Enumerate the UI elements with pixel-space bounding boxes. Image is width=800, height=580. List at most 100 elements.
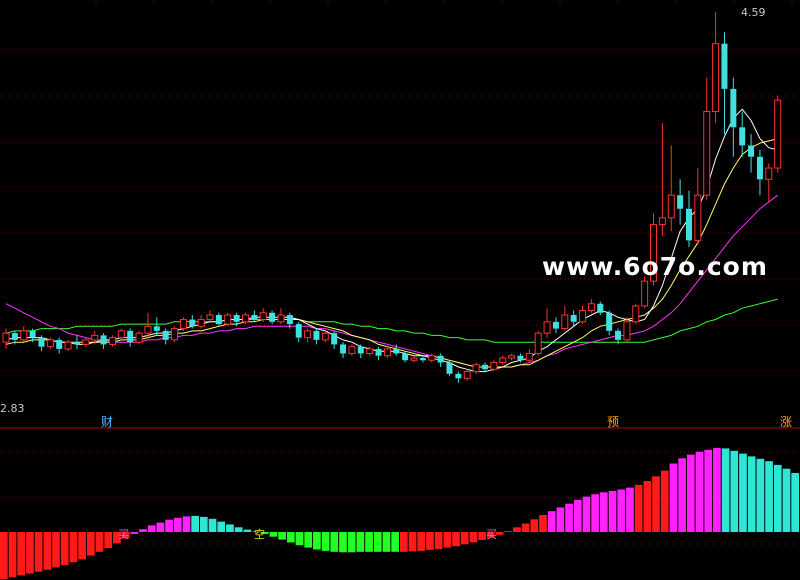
candle-body [108, 337, 116, 345]
indicator-bar [243, 529, 252, 532]
indicator-bar [43, 532, 52, 570]
indicator-bar [660, 470, 669, 532]
candle-body [632, 305, 640, 323]
candle-body [437, 355, 444, 363]
indicator-bar [165, 519, 173, 532]
candle-body [197, 319, 205, 327]
candle-body [82, 339, 90, 345]
candle [269, 310, 276, 325]
candle [144, 312, 152, 338]
candle-body [224, 314, 232, 325]
indicator-bar [0, 532, 8, 580]
indicator-bar [139, 529, 147, 532]
candle [340, 342, 347, 358]
candle [774, 95, 782, 173]
candle [694, 168, 702, 245]
indicator-bar [773, 464, 782, 532]
candle-body [534, 332, 542, 354]
candle [20, 326, 28, 343]
signal-empty: 空 [254, 528, 265, 541]
candle-body [730, 88, 737, 128]
indicator-bar [686, 454, 695, 532]
candle-body [570, 315, 577, 322]
indicator-bar [200, 516, 208, 532]
candle [739, 111, 746, 157]
candle-body [241, 314, 249, 323]
candle [224, 312, 232, 327]
indicator-bar [582, 496, 591, 532]
candle [410, 355, 418, 363]
indicator-bar [347, 532, 356, 553]
candle [552, 317, 559, 334]
candle [508, 353, 516, 361]
indicator-bar [573, 499, 582, 532]
candle [100, 333, 107, 349]
indicator-bar [173, 517, 182, 532]
indicator-bar [269, 532, 278, 537]
candle-body [552, 321, 559, 329]
indicator-bar [286, 532, 295, 543]
candle [641, 276, 649, 309]
candle-body [455, 373, 462, 379]
candle-body [100, 335, 107, 345]
indicator-bar [278, 532, 286, 540]
candle [108, 335, 116, 347]
candle-body [597, 303, 604, 313]
candle-body [446, 362, 453, 374]
candle-body [259, 312, 267, 321]
indicator-bar [26, 532, 34, 574]
candle [259, 308, 267, 322]
candle [472, 362, 480, 374]
candle [685, 190, 692, 248]
candle [561, 305, 569, 331]
candle [730, 77, 737, 157]
indicator-bar [295, 532, 304, 546]
candle-body [694, 194, 702, 241]
candle [623, 317, 631, 343]
indicator-bar [747, 456, 756, 532]
indicator-bar [400, 532, 408, 552]
signal-buy-2: 买 [486, 528, 497, 541]
indicator-bar [234, 527, 243, 532]
candle [179, 317, 187, 331]
indicator-bar [721, 448, 730, 532]
candle-body [587, 303, 595, 312]
candle-body [721, 43, 728, 89]
indicator-bar [539, 515, 547, 532]
candle [38, 335, 45, 352]
indicator-bar [695, 451, 704, 532]
indicator-bar [356, 532, 365, 552]
candle-body [739, 127, 746, 146]
indicator-bar [60, 532, 69, 566]
indicator-bar [69, 532, 78, 563]
indicator-bar [339, 532, 347, 553]
candle-body [366, 348, 374, 354]
candle-body [393, 348, 400, 354]
candle-body [765, 167, 773, 180]
candle-body [2, 332, 10, 343]
candle-body [641, 280, 649, 307]
candle [606, 310, 613, 336]
candle [765, 163, 773, 202]
indicator-bar [391, 532, 399, 552]
candle [525, 348, 533, 363]
candle [348, 344, 356, 356]
candle [587, 299, 595, 313]
candle-body [375, 348, 382, 356]
indicator-bar [521, 523, 530, 532]
indicator-bar [313, 532, 321, 550]
candle-body [623, 321, 631, 341]
price-low-label: 2.83 [0, 402, 25, 415]
indicator-bar [652, 476, 660, 532]
indicator-bar [504, 531, 513, 532]
candle [543, 308, 551, 338]
candle-body [233, 315, 240, 322]
indicator-bar [591, 494, 599, 532]
indicator-bar [382, 532, 391, 552]
candle-body [410, 357, 418, 361]
candle-body [29, 330, 36, 338]
indicator-bars [0, 447, 799, 580]
indicator-bar [330, 532, 339, 552]
candle-body [357, 346, 364, 354]
candle [277, 308, 285, 325]
